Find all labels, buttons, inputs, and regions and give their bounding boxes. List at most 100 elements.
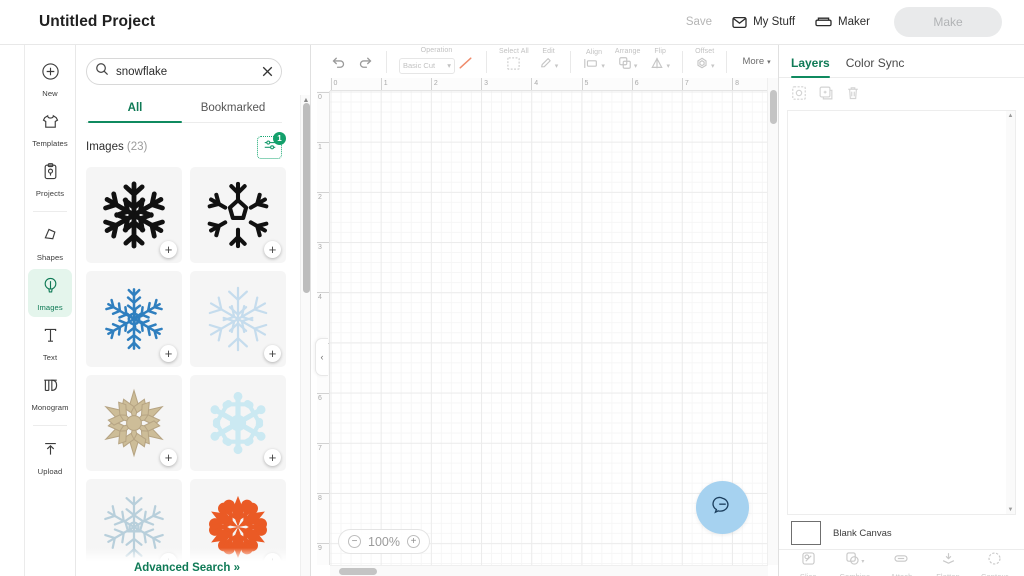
flatten-button[interactable]: Flatten [927,551,969,576]
close-icon[interactable] [261,65,274,78]
image-thumb-snowflake-gold-layered[interactable]: + [86,375,182,471]
sidebar-divider-1 [33,211,67,212]
sidebar-label-templates: Templates [32,139,68,148]
save-button[interactable]: Save [676,10,722,34]
image-results-grid: + + + + + + [86,167,286,575]
combine-button[interactable]: ▾ Combine [834,551,876,576]
sidebar-item-new[interactable]: New [28,55,72,103]
left-edge-strip [0,45,25,576]
redo-button[interactable] [352,55,379,68]
more-label: More [742,56,765,67]
more-button[interactable]: More ▾ [742,56,770,67]
zoom-in-button[interactable]: + [406,535,420,548]
operation-select[interactable]: Basic Cut ▾ [399,57,455,74]
zoom-out-button[interactable]: − [348,535,361,548]
chevron-down-icon: ▾ [601,62,605,70]
select-all-group[interactable]: Select All [494,48,534,76]
advanced-search-link[interactable]: Advanced Search » [76,548,298,576]
contour-button[interactable]: Contour [974,551,1016,576]
machine-label: Maker [838,16,870,28]
add-image-button[interactable]: + [160,345,177,362]
group-layers-icon[interactable] [791,85,807,101]
offset-icon [695,56,709,75]
images-panel-scrollbar[interactable]: ▲ ▼ [300,95,310,576]
help-chat-button[interactable] [696,481,749,534]
add-image-button[interactable]: + [264,345,281,362]
layers-list[interactable]: ▲ ▼ [787,110,1016,515]
tab-layers[interactable]: Layers [791,56,830,78]
sidebar-item-projects[interactable]: Projects [28,155,72,203]
attach-button[interactable]: Attach [880,551,922,576]
sidebar-item-monogram[interactable]: Monogram [28,369,72,417]
image-thumb-snowflake-outline-black[interactable]: + [190,167,286,263]
sidebar-item-text[interactable]: Text [28,319,72,367]
image-thumb-snowflake-detailed-blue[interactable]: + [86,271,182,367]
offset-label: Offset [695,48,715,55]
tshirt-icon [41,112,60,136]
scrollbar-thumb[interactable] [770,90,777,124]
sidebar-label-images: Images [37,303,63,312]
tab-bookmarked[interactable]: Bookmarked [184,96,282,122]
canvas-color-swatch[interactable] [791,521,821,545]
chevron-down-icon: ▾ [633,62,638,70]
arrange-group[interactable]: Arrange ▾ [610,48,646,75]
align-group[interactable]: Align ▾ [578,49,610,75]
scroll-down-arrow[interactable]: ▼ [1006,505,1015,514]
app-header: Untitled Project Save My Stuff Maker Mak… [0,0,1024,45]
edit-group[interactable]: Edit ▾ [534,48,564,75]
slice-label: Slice [800,572,817,576]
flip-group[interactable]: Flip ▾ [645,48,675,75]
canvas-layer-label: Blank Canvas [833,527,892,539]
attach-label: Attach [891,572,913,576]
search-input[interactable] [116,65,254,78]
search-tabs: All Bookmarked [86,96,282,123]
snowflake-glyph [105,288,163,350]
flip-label: Flip [654,48,667,55]
undo-button[interactable] [325,55,352,68]
tab-color-sync[interactable]: Color Sync [846,56,905,77]
chat-icon [712,495,733,521]
flatten-icon [941,551,956,571]
sidebar-label-text: Text [42,353,58,362]
ruler-tick-v: 2 [317,191,329,202]
sidebar-item-shapes[interactable]: Shapes [28,219,72,267]
layers-scrollbar[interactable]: ▲ ▼ [1006,111,1015,514]
zoom-control: − 100% + [338,529,430,554]
add-image-button[interactable]: + [160,241,177,258]
vertical-ruler: 0123456789 [317,91,330,565]
ruler-tick-h: 8 [732,78,739,90]
search-box[interactable] [86,58,282,85]
filter-button[interactable]: 1 [257,131,286,159]
collapse-panel-button[interactable]: ‹ [315,338,328,376]
add-image-button[interactable]: + [264,449,281,466]
canvas-horizontal-scrollbar[interactable] [330,565,768,576]
duplicate-layer-icon[interactable] [818,85,834,101]
select-all-label: Select All [499,47,529,55]
ruler-tick-h: 1 [380,78,388,90]
make-button[interactable]: Make [894,7,1002,37]
scrollbar-thumb[interactable] [339,568,377,575]
line-color-icon[interactable] [457,55,474,76]
add-image-button[interactable]: + [264,241,281,258]
cricut-design-space-app: Untitled Project Save My Stuff Maker Mak… [0,0,1024,576]
scroll-up-arrow[interactable]: ▲ [1006,111,1015,120]
add-image-button[interactable]: + [160,449,177,466]
canvas-layer-row[interactable]: Blank Canvas [779,517,1024,550]
scrollbar-thumb[interactable] [302,103,310,293]
sidebar-item-upload[interactable]: Upload [28,433,72,481]
tab-all[interactable]: All [86,96,184,123]
sidebar-item-templates[interactable]: Templates [28,105,72,153]
slice-button[interactable]: Slice [787,551,829,576]
image-thumb-snowflake-icy-light-blue[interactable]: + [190,375,286,471]
image-thumb-snowflake-thin-pale-blue[interactable]: + [190,271,286,367]
canvas-vertical-scrollbar[interactable] [767,78,778,565]
trash-icon[interactable] [845,85,861,101]
machine-selector-button[interactable]: Maker [805,10,880,34]
sidebar-item-images[interactable]: Images [28,269,72,317]
header-actions: Save My Stuff Maker Make [676,7,1024,37]
ruler-tick-v: 8 [317,493,329,503]
image-thumb-snowflake-classic-black[interactable]: + [86,167,182,263]
zoom-level: 100% [368,534,400,549]
offset-group[interactable]: Offset ▾ [690,48,720,75]
my-stuff-button[interactable]: My Stuff [722,10,805,35]
